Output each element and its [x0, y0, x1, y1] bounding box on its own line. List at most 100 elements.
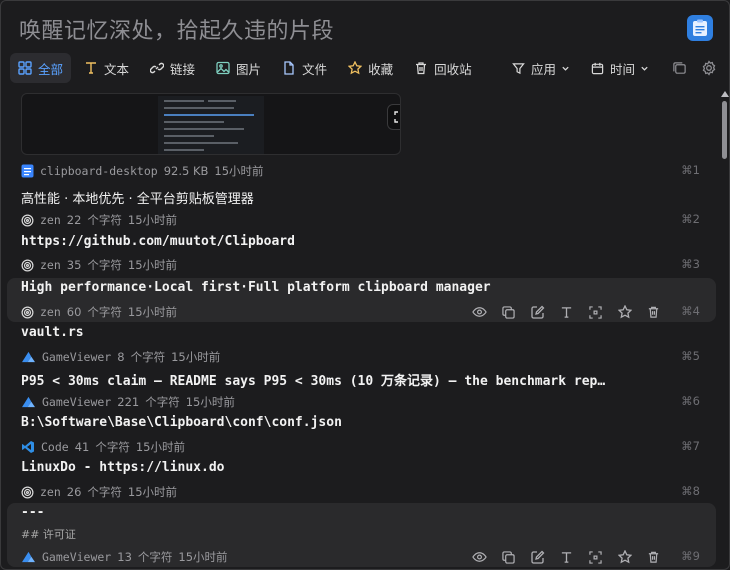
scroll-up-arrow[interactable] [721, 91, 729, 97]
ocr-button[interactable] [581, 548, 610, 566]
filter-label: 链接 [170, 61, 196, 77]
list-item[interactable]: vault.rs GameViewer 8 个字符 15小时前 ⌘5 [7, 320, 716, 365]
list-item[interactable]: clipboard-desktop 92.5 KB 15小时前 ⌘1 [7, 161, 716, 181]
eye-icon [472, 552, 487, 562]
item-shortcut: ⌘9 [681, 549, 700, 563]
paste-as-text-button[interactable] [552, 548, 581, 566]
list-item-selected[interactable]: High performance·Local first·Full platfo… [7, 278, 716, 322]
item-char-count: 26 [66, 485, 82, 499]
item-char-unit: 个字符 [87, 258, 122, 272]
item-char-count: 8 [117, 350, 125, 364]
preview-button[interactable] [465, 548, 494, 566]
item-content: --- [21, 505, 45, 520]
copy-button[interactable] [494, 303, 523, 321]
zen-icon [21, 259, 34, 271]
clipboard-window: 唤醒记忆深处，拾起久违的片段 全部 文本 链接 图片 文件 收藏 回收站 应用 … [0, 0, 730, 570]
scrollbar[interactable] [720, 89, 729, 569]
filter-trash[interactable]: 回收站 [406, 53, 480, 83]
preview-button[interactable] [465, 303, 494, 321]
filter-favorite[interactable]: 收藏 [340, 53, 401, 83]
settings-button[interactable] [696, 55, 722, 81]
item-actions [465, 303, 668, 321]
delete-button[interactable] [639, 548, 668, 566]
search-input[interactable]: 唤醒记忆深处，拾起久违的片段 [19, 13, 659, 45]
filter-text[interactable]: 文本 [76, 53, 137, 83]
list-item[interactable]: 高性能 · 本地优先 · 全平台剪贴板管理器 zen 22 个字符 15小时前 … [7, 185, 716, 227]
item-source: GameViewer [42, 550, 112, 564]
chevron-down-icon [641, 66, 648, 71]
star-icon [617, 305, 632, 319]
filter-bar: 全部 文本 链接 图片 文件 收藏 回收站 应用 时间 [10, 52, 722, 84]
edit-button[interactable] [523, 303, 552, 321]
item-time: 15小时前 [127, 213, 178, 227]
filter-label: 时间 [609, 61, 635, 77]
item-time: 15小时前 [178, 550, 228, 564]
item-source: GameViewer [42, 350, 112, 364]
clipboard-list[interactable]: clipboard-desktop 92.5 KB 15小时前 ⌘1 高性能 ·… [1, 89, 719, 569]
scan-icon [589, 305, 602, 319]
item-content-subline: ## 许可证 [21, 528, 76, 541]
list-item[interactable]: https://github.com/muutot/Clipboard zen … [7, 230, 716, 272]
item-time: 15小时前 [127, 305, 178, 319]
item-shortcut: ⌘7 [681, 439, 700, 453]
image-preview[interactable] [21, 93, 401, 155]
filter-file[interactable]: 文件 [274, 53, 335, 83]
edit-icon [530, 550, 544, 564]
item-shortcut: ⌘5 [681, 349, 700, 363]
filter-time-dropdown[interactable]: 时间 [583, 53, 657, 83]
zen-icon [21, 214, 34, 226]
item-char-count: 35 [66, 258, 82, 272]
item-time: 15小时前 [127, 485, 178, 499]
filter-label: 全部 [38, 61, 64, 77]
link-icon [150, 62, 165, 74]
vscode-icon [22, 441, 34, 453]
item-meta: Code 41 个字符 15小时前 [21, 439, 191, 455]
item-meta: GameViewer 8 个字符 15小时前 [21, 349, 226, 365]
grid-icon [18, 61, 32, 75]
ocr-button[interactable] [581, 303, 610, 321]
favorite-button[interactable] [610, 548, 639, 566]
item-source: GameViewer [42, 395, 112, 409]
window-mode-button[interactable] [666, 55, 692, 81]
delete-button[interactable] [639, 303, 668, 321]
item-char-unit: 个字符 [87, 305, 122, 319]
edit-button[interactable] [523, 548, 552, 566]
item-meta: zen 26 个字符 15小时前 [21, 484, 183, 500]
item-char-unit: 个字符 [87, 213, 122, 227]
copy-button[interactable] [494, 548, 523, 566]
text-icon [86, 62, 97, 74]
filter-image[interactable]: 图片 [208, 53, 269, 83]
trash-icon [648, 551, 659, 563]
item-meta: GameViewer 13 个字符 15小时前 [21, 549, 234, 565]
item-shortcut: ⌘8 [681, 484, 700, 498]
list-item[interactable]: P95 < 30ms claim — README says P95 < 30m… [7, 365, 716, 410]
list-item[interactable]: LinuxDo - https://linux.do zen 26 个字符 15… [7, 455, 716, 500]
item-shortcut: ⌘4 [681, 304, 700, 318]
item-char-unit: 个字符 [130, 350, 166, 364]
list-item-hovered[interactable]: --- ## 许可证 GameViewer 13 个字符 15小时前 ⌘9 [7, 503, 716, 567]
item-content: https://github.com/muutot/Clipboard [21, 234, 295, 249]
item-source: zen [40, 485, 61, 499]
paste-as-text-button[interactable] [552, 303, 581, 321]
filter-link[interactable]: 链接 [142, 53, 203, 83]
item-shortcut: ⌘1 [681, 163, 700, 177]
filter-app-dropdown[interactable]: 应用 [504, 53, 578, 83]
filter-label: 文件 [302, 61, 328, 77]
item-char-count: 60 [66, 305, 82, 319]
favorite-button[interactable] [610, 303, 639, 321]
filter-all[interactable]: 全部 [10, 53, 72, 83]
item-meta: GameViewer 221 个字符 15小时前 [21, 394, 241, 410]
list-item[interactable]: B:\Software\Base\Clipboard\conf\conf.jso… [7, 410, 716, 455]
copy-icon [502, 550, 515, 564]
text-icon [561, 306, 572, 318]
scroll-thumb[interactable] [722, 101, 727, 159]
filter-label: 回收站 [434, 61, 472, 77]
item-source: Code [41, 440, 69, 454]
app-logo-icon[interactable] [687, 15, 713, 41]
gear-icon [702, 60, 716, 76]
item-actions [465, 548, 668, 566]
item-meta: zen 22 个字符 15小时前 [21, 212, 183, 228]
item-time: 15小时前 [185, 395, 235, 409]
copy-icon [502, 305, 515, 319]
expand-preview-button[interactable] [387, 104, 400, 130]
